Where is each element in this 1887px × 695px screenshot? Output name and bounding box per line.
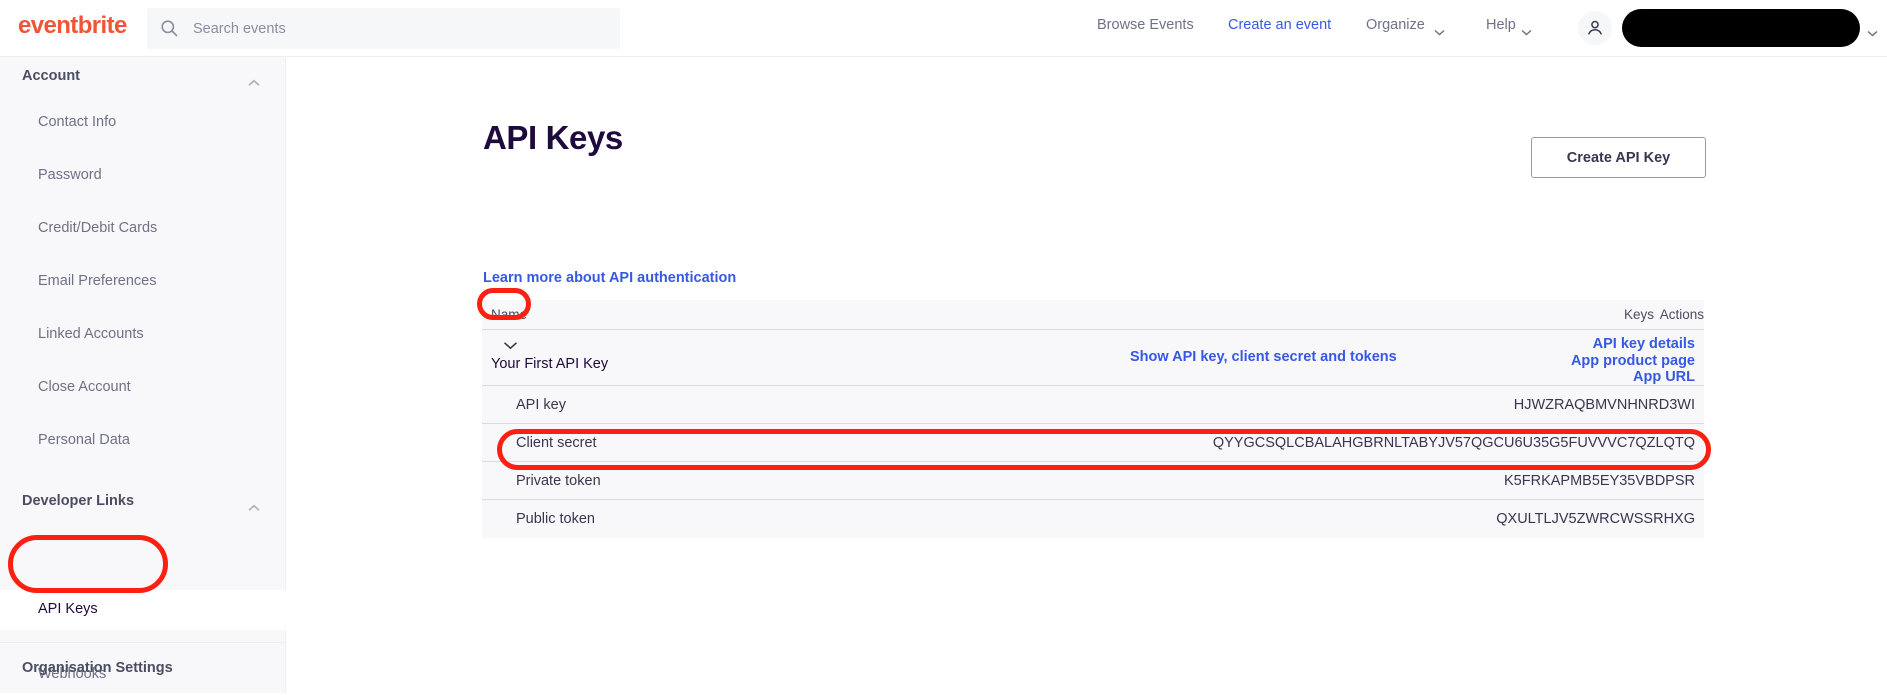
sidebar-section-label: Developer Links <box>22 493 135 509</box>
api-keys-table: Name Keys Actions Your First API Key Sho… <box>482 300 1704 538</box>
top-navigation-bar: eventbrite Browse Events Create an event… <box>0 0 1887 57</box>
sidebar-item-label: API Keys <box>38 601 98 617</box>
sidebar-item-label: Contact Info <box>38 114 117 130</box>
sidebar-item-credit-debit-cards[interactable]: Credit/Debit Cards <box>0 209 286 249</box>
detail-value-public-token: QXULTLJV5ZWRCWSSRHXG <box>1496 511 1695 527</box>
chevron-down-icon <box>1521 23 1532 36</box>
sidebar-item-email-preferences[interactable]: Email Preferences <box>0 262 286 302</box>
search-icon <box>160 19 179 38</box>
sidebar-item-label: Email Preferences <box>38 273 157 289</box>
settings-sidebar: Account Contact Info Password Credit/Deb… <box>0 57 286 693</box>
sidebar-section-account[interactable]: Account <box>0 57 286 97</box>
table-row-api-key: API key HJWZRAQBMVNHNRD3WI <box>482 386 1704 424</box>
search-box[interactable] <box>147 8 620 49</box>
table-row-private-token: Private token K5FRKAPMB5EY35VBDPSR <box>482 462 1704 500</box>
sidebar-item-api-keys[interactable]: API Keys <box>0 590 286 630</box>
detail-label: Client secret <box>516 435 597 451</box>
sidebar-item-label: Credit/Debit Cards <box>38 220 158 236</box>
row-actions: API key details App product page App URL <box>1571 336 1695 386</box>
sidebar-item-contact-info[interactable]: Contact Info <box>0 103 286 143</box>
detail-label: Public token <box>516 511 595 527</box>
nav-link-organize[interactable]: Organize <box>1366 17 1425 33</box>
nav-link-browse-events[interactable]: Browse Events <box>1097 17 1194 33</box>
sidebar-item-label: Linked Accounts <box>38 326 144 342</box>
sidebar-section-organisation-settings[interactable]: Organisation Settings <box>0 649 286 689</box>
table-header-row: Name Keys Actions <box>482 300 1704 330</box>
avatar[interactable] <box>1578 11 1612 45</box>
eventbrite-logo[interactable]: eventbrite <box>18 12 127 40</box>
sidebar-section-label: Account <box>22 68 80 84</box>
user-icon <box>1587 20 1603 35</box>
sidebar-item-personal-data[interactable]: Personal Data <box>0 421 286 461</box>
sidebar-item-label: Password <box>38 167 102 183</box>
sidebar-item-label: Personal Data <box>38 432 130 448</box>
chevron-up-icon[interactable] <box>248 74 260 86</box>
sidebar-item-close-account[interactable]: Close Account <box>0 368 286 408</box>
nav-link-create-an-event[interactable]: Create an event <box>1228 17 1331 33</box>
divider <box>0 642 286 643</box>
table-row: Your First API Key Show API key, client … <box>482 330 1704 386</box>
detail-value-client-secret: QYYGCSQLCBALAHGBRNLTABYJV57QGCU6U35G5FUV… <box>1212 435 1695 451</box>
account-name-redacted[interactable] <box>1622 9 1860 47</box>
detail-label: Private token <box>516 473 601 489</box>
show-api-key-secrets-link[interactable]: Show API key, client secret and tokens <box>1130 349 1397 365</box>
search-input[interactable] <box>191 8 611 49</box>
main-content: API Keys Create API Key Learn more about… <box>286 57 1887 693</box>
chevron-down-icon <box>503 342 518 350</box>
sidebar-item-linked-accounts[interactable]: Linked Accounts <box>0 315 286 355</box>
api-key-details-link[interactable]: API key details <box>1571 336 1695 353</box>
sidebar-section-developer-links[interactable]: Developer Links <box>0 482 286 522</box>
nav-link-help[interactable]: Help <box>1486 17 1516 33</box>
detail-value-private-token: K5FRKAPMB5EY35VBDPSR <box>1504 473 1695 489</box>
create-api-key-button[interactable]: Create API Key <box>1531 137 1706 178</box>
app-url-link[interactable]: App URL <box>1571 369 1695 386</box>
app-product-page-link[interactable]: App product page <box>1571 353 1695 370</box>
api-key-name: Your First API Key <box>491 356 609 372</box>
sidebar-section-label: Organisation Settings <box>22 660 173 676</box>
expand-toggle[interactable] <box>490 333 530 357</box>
column-header-actions: Actions <box>1659 307 1704 322</box>
chevron-down-icon[interactable] <box>1867 24 1878 37</box>
sidebar-item-password[interactable]: Password <box>0 156 286 196</box>
table-row-client-secret: Client secret QYYGCSQLCBALAHGBRNLTABYJV5… <box>482 424 1704 462</box>
learn-more-api-authentication-link[interactable]: Learn more about API authentication <box>483 270 736 286</box>
chevron-up-icon[interactable] <box>248 499 260 511</box>
detail-label: API key <box>516 397 566 413</box>
sidebar-item-label: Close Account <box>38 379 131 395</box>
detail-value-api-key: HJWZRAQBMVNHNRD3WI <box>1513 397 1695 413</box>
page-title: API Keys <box>483 119 623 157</box>
chevron-down-icon <box>1434 23 1445 36</box>
table-row-public-token: Public token QXULTLJV5ZWRCWSSRHXG <box>482 500 1704 538</box>
